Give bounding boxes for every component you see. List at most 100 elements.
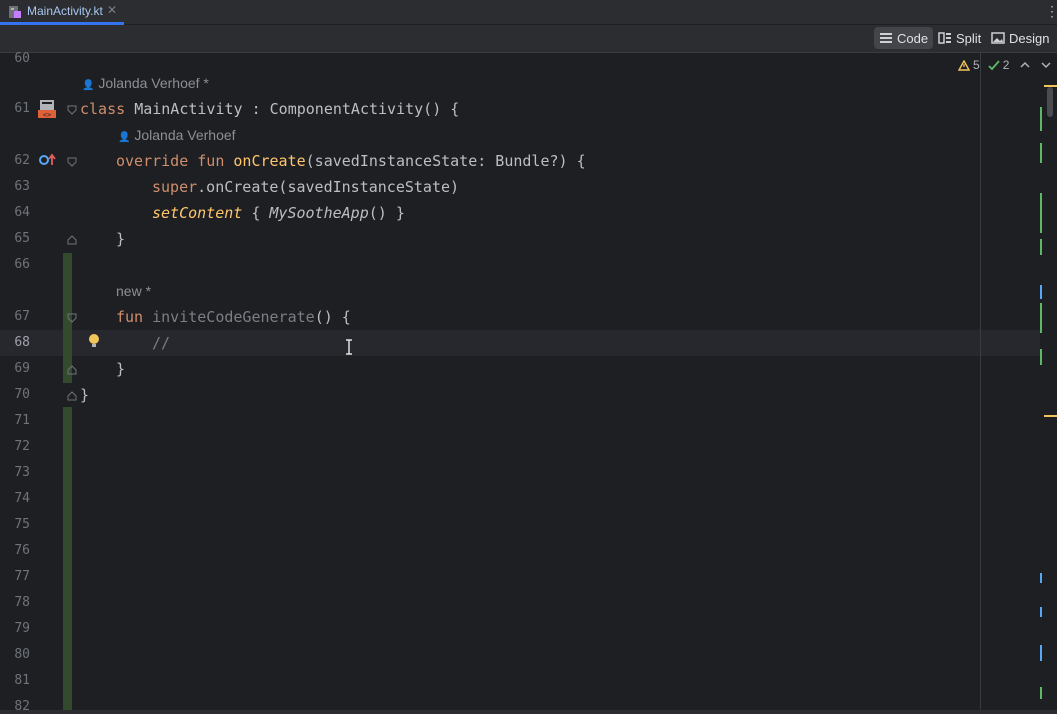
class-name: MainActivity [134,100,243,118]
code-text: .onCreate(savedInstanceState) [197,178,460,196]
author-hint[interactable]: 👤 Jolanda Verhoef * [82,75,209,91]
right-margin-guide [980,53,981,714]
android-layout-icon[interactable]: <> [37,99,57,119]
line-number: 80 [14,647,30,662]
check-icon [988,59,1000,70]
warning-stripe-mark[interactable] [1044,85,1057,87]
fold-close-icon[interactable] [67,365,77,375]
change-stripe-mark [1040,687,1042,699]
warning-count: 5 [973,58,980,72]
tab-mainactivity[interactable]: MainActivity.kt ✕ [0,0,124,25]
line-number: 73 [14,465,30,480]
fold-close-icon[interactable] [67,391,77,401]
new-hint[interactable]: new * [116,283,151,299]
change-stripe-mark [1040,645,1042,661]
tab-close-icon[interactable]: ✕ [107,3,117,17]
change-stripe-mark [1040,303,1042,333]
person-icon: 👤 [118,132,131,143]
tab-label: MainActivity.kt [27,4,103,18]
line-number: 75 [14,517,30,532]
code-lines-icon [880,33,892,43]
line-number: 60 [14,51,30,66]
fold-open-icon[interactable] [67,157,77,167]
view-mode-toolbar: Code Split Design [0,25,1057,53]
code-view-button[interactable]: Code [874,27,934,49]
change-stripe-mark [1040,285,1042,299]
more-options-icon[interactable]: ⋮ [1045,4,1057,20]
author-hint[interactable]: 👤 Jolanda Verhoef [118,127,236,143]
code-text: (savedInstanceState: Bundle?) { [305,152,586,170]
line-number-current: 68 [14,335,30,350]
text-cursor-icon [346,339,352,355]
previous-highlight-icon[interactable] [1020,61,1030,69]
author-hint-text: Jolanda Verhoef * [98,75,209,91]
function-call: MySootheApp [269,204,369,222]
inspection-widget[interactable]: 5 2 [958,58,1009,72]
line-number: 66 [14,257,30,272]
next-highlight-icon[interactable] [1041,61,1051,69]
scrollbar-thumb[interactable] [1047,87,1053,117]
person-icon: 👤 [82,80,95,91]
split-icon [938,32,951,44]
line-number: 69 [14,361,30,376]
warning-stripe-mark[interactable] [1044,415,1057,417]
line-number: 61 [14,101,30,116]
code-line-63[interactable]: super.onCreate(savedInstanceState) [152,178,459,196]
change-stripe-mark [1040,573,1042,583]
weak-warning-count: 2 [1002,58,1010,72]
code-line-67[interactable]: fun inviteCodeGenerate() { [116,308,351,326]
new-hint-text: new * [116,283,152,299]
design-view-label: Design [1009,30,1050,46]
change-stripe-mark [1040,349,1042,365]
code-line-65[interactable]: } [116,230,125,248]
override-method-icon[interactable] [39,153,57,167]
line-number: 79 [14,621,30,636]
line-number: 77 [14,569,30,584]
code-line-64[interactable]: setContent { MySootheApp() } [152,204,405,222]
code-line-61[interactable]: class MainActivity : ComponentActivity()… [80,100,459,118]
code-text: { [242,204,270,222]
change-marker [63,407,72,714]
fold-open-icon[interactable] [67,313,77,323]
keyword: super [152,178,198,196]
function-call: setContent [152,204,243,222]
split-view-label: Split [956,30,982,46]
svg-text:<>: <> [43,111,51,119]
code-editor[interactable]: 60 61 62 63 64 65 66 67 68 69 70 71 72 7… [0,51,1057,714]
line-number: 70 [14,387,30,402]
code-view-label: Code [897,30,929,46]
split-view-button[interactable]: Split [933,27,986,49]
bottom-edge [0,710,1057,714]
keyword: class [80,100,135,118]
line-number: 63 [14,179,30,194]
change-stripe-mark [1040,107,1042,131]
fold-close-icon[interactable] [67,235,77,245]
line-number: 64 [14,205,30,220]
code-line-68[interactable]: // [152,334,170,352]
change-stripe-mark [1040,143,1042,163]
line-number: 81 [14,673,30,688]
change-stripe-mark [1040,239,1042,255]
design-view-button[interactable]: Design [986,27,1054,49]
code-line-70[interactable]: } [80,386,89,404]
line-number: 76 [14,543,30,558]
line-number: 67 [14,309,30,324]
fold-open-icon[interactable] [67,105,77,115]
line-number: 65 [14,231,30,246]
code-line-62[interactable]: override fun onCreate(savedInstanceState… [116,152,586,170]
author-hint-text: Jolanda Verhoef [134,127,236,143]
kotlin-file-icon [9,6,21,18]
warning-icon [958,59,970,71]
code-text: : ComponentActivity() { [242,100,460,118]
code-text: () { [314,308,351,326]
image-icon [991,32,1005,44]
editor-tab-bar: MainActivity.kt ✕ ⋮ [0,0,1057,25]
code-line-69[interactable]: } [116,360,125,378]
line-number: 74 [14,491,30,506]
line-number: 72 [14,439,30,454]
change-stripe-mark [1040,607,1042,617]
line-number: 78 [14,595,30,610]
keyword: fun [116,308,153,326]
function-name: inviteCodeGenerate [152,308,315,326]
lightbulb-icon[interactable] [87,333,101,349]
